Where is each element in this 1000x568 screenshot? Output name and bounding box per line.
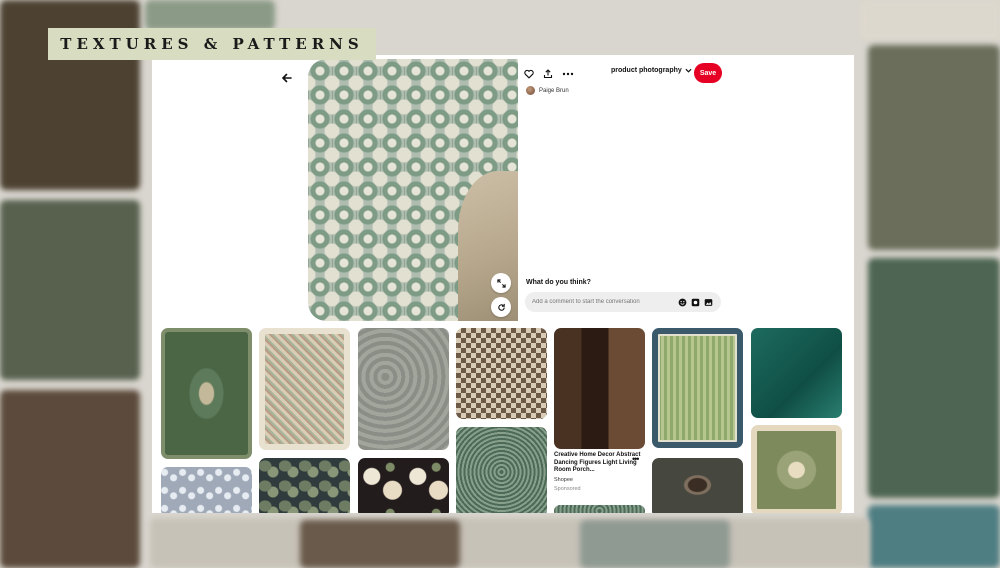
comment-box xyxy=(525,292,721,312)
pin-tile[interactable] xyxy=(554,328,645,449)
pin-tile[interactable] xyxy=(456,328,547,419)
visual-search-button[interactable] xyxy=(491,297,511,317)
bg-tile xyxy=(868,45,1000,250)
expand-icon xyxy=(496,278,506,288)
sponsored-pin-meta: Creative Home Decor Abstract Dancing Fig… xyxy=(554,452,644,492)
heart-icon xyxy=(524,69,534,79)
visual-search-icon xyxy=(497,303,505,311)
bg-tile xyxy=(868,505,1000,568)
sticker-icon xyxy=(691,298,699,306)
back-button[interactable] xyxy=(278,69,296,87)
banner-title: TEXTURES & PATTERNS xyxy=(60,35,364,53)
arrow-left-icon xyxy=(282,73,292,83)
pin-tile[interactable] xyxy=(161,328,252,459)
emoji-icon xyxy=(678,298,686,306)
image-button[interactable] xyxy=(703,297,713,307)
pin-tile[interactable] xyxy=(554,505,645,513)
pin-image[interactable] xyxy=(308,59,518,321)
more-options-button[interactable] xyxy=(561,67,575,81)
pin-tile[interactable] xyxy=(259,458,350,513)
title-banner: TEXTURES & PATTERNS xyxy=(48,28,376,60)
pin-closeup: product photography Save Paige Brun What… xyxy=(308,59,728,321)
bg-tile xyxy=(860,0,1000,40)
board-name: product photography xyxy=(611,67,682,74)
sticker-button[interactable] xyxy=(690,297,700,307)
pin-tile[interactable] xyxy=(358,328,449,450)
board-selector[interactable]: product photography xyxy=(611,67,692,74)
avatar xyxy=(526,86,535,95)
comment-input[interactable] xyxy=(532,299,672,305)
bg-tile xyxy=(150,518,870,568)
pin-more-button[interactable]: ••• xyxy=(632,454,640,464)
bg-tile xyxy=(0,390,140,568)
bg-tile xyxy=(0,200,140,380)
comment-heading: What do you think? xyxy=(526,279,591,286)
save-button[interactable]: Save xyxy=(694,63,722,83)
expand-button[interactable] xyxy=(491,273,511,293)
author-name: Paige Brun xyxy=(539,87,569,94)
plaster-wall-detail xyxy=(458,171,518,321)
sponsored-pin-title[interactable]: Creative Home Decor Abstract Dancing Fig… xyxy=(554,452,644,475)
share-button[interactable] xyxy=(541,67,555,81)
share-icon xyxy=(543,69,553,79)
pin-details-panel: product photography Save Paige Brun What… xyxy=(518,59,728,321)
bg-tile xyxy=(580,520,730,568)
pin-tile[interactable] xyxy=(358,458,449,513)
author-link[interactable]: Paige Brun xyxy=(526,86,569,95)
pin-tile[interactable] xyxy=(652,458,743,513)
pin-tile[interactable] xyxy=(259,328,350,450)
emoji-button[interactable] xyxy=(677,297,687,307)
sponsored-label: Sponsored xyxy=(554,485,581,492)
chevron-down-icon xyxy=(685,68,692,73)
bg-tile xyxy=(145,0,275,30)
pin-tile[interactable] xyxy=(456,427,547,513)
pin-tile[interactable] xyxy=(652,328,743,448)
bg-tile xyxy=(868,258,1000,498)
more-dots-icon xyxy=(562,72,574,76)
sponsored-pin-source[interactable]: Shopee xyxy=(554,477,644,483)
bg-tile xyxy=(300,520,460,568)
pin-tile[interactable] xyxy=(751,425,842,513)
like-button[interactable] xyxy=(522,67,536,81)
pinterest-window: product photography Save Paige Brun What… xyxy=(152,55,854,513)
image-icon xyxy=(704,298,712,306)
pin-tile[interactable] xyxy=(751,328,842,418)
pin-tile[interactable] xyxy=(161,467,252,513)
more-dots-icon: ••• xyxy=(632,454,640,464)
